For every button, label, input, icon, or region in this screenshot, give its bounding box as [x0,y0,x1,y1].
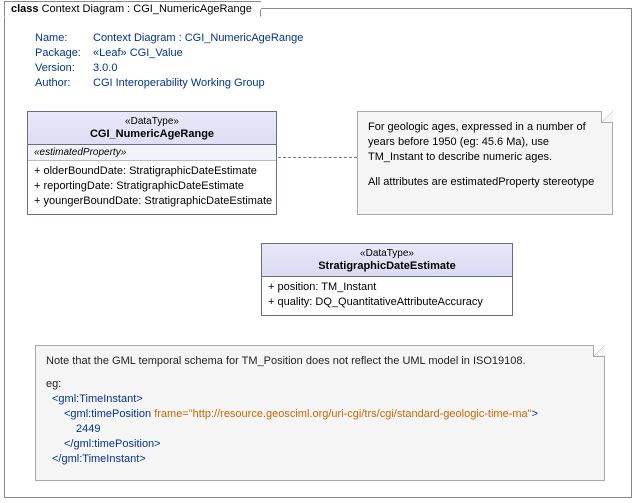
meta-package-label: Package: [35,46,93,61]
class-stereotype: «DataType» [268,247,506,260]
class-head: «DataType» CGI_NumericAgeRange [28,112,276,145]
frame-title: Context Diagram : CGI_NumericAgeRange [42,3,252,15]
meta-author-label: Author: [35,76,93,91]
gml-line: </gml:timePosition> [52,437,594,452]
gml-tag-close: > [532,408,538,420]
meta-version-label: Version: [35,61,93,76]
class-stratigraphicdateestimate: «DataType» StratigraphicDateEstimate + p… [261,243,513,316]
class-name: CGI_NumericAgeRange [34,128,270,141]
note-text-2: All attributes are estimatedProperty ste… [368,175,602,190]
meta-author-value: CGI Interoperability Working Group [93,76,265,91]
note-fold-icon [601,111,613,123]
note2-intro: Note that the GML temporal schema for TM… [46,354,594,369]
attr-row: + youngerBoundDate: StratigraphicDateEst… [34,194,270,209]
class-attributes: + position: TM_Instant + quality: DQ_Qua… [262,277,512,315]
gml-example: <gml:TimeInstant> <gml:timePosition fram… [52,392,594,467]
meta-name-value: Context Diagram : CGI_NumericAgeRange [93,31,303,46]
gml-tag-open: <gml:timePosition [64,408,154,420]
note-geologic-ages: For geologic ages, expressed in a number… [357,111,613,215]
note-gml-schema: Note that the GML temporal schema for TM… [35,345,605,481]
note-fold-icon [593,345,605,357]
class-attributes: + olderBoundDate: StratigraphicDateEstim… [28,161,276,214]
frame-title-tab: class Context Diagram : CGI_NumericAgeRa… [4,1,261,17]
gml-value: 2449 [52,422,594,437]
note-text-1: For geologic ages, expressed in a number… [368,120,602,165]
attr-row: + position: TM_Instant [268,280,506,295]
meta-version-value: 3.0.0 [93,61,117,76]
class-stereotype: «DataType» [34,115,270,128]
attr-row: + olderBoundDate: StratigraphicDateEstim… [34,164,270,179]
attr-row: + reportingDate: StratigraphicDateEstima… [34,179,270,194]
gml-line: <gml:TimeInstant> [52,392,594,407]
diagram-frame: class Context Diagram : CGI_NumericAgeRa… [4,8,632,498]
gml-line: </gml:TimeInstant> [52,452,594,467]
meta-package-value: «Leaf» CGI_Value [93,46,183,61]
diagram-metadata: Name:Context Diagram : CGI_NumericAgeRan… [35,31,303,91]
note2-eg-label: eg: [46,377,594,392]
gml-attr-name: frame= [154,408,189,420]
class-name: StratigraphicDateEstimate [268,260,506,273]
class-head: «DataType» StratigraphicDateEstimate [262,244,512,277]
frame-prefix: class [11,3,39,15]
note-link [278,157,357,158]
gml-line: <gml:timePosition frame="http://resource… [52,407,594,422]
class-section-label: «estimatedProperty» [28,145,276,161]
class-cgi-numericagerange: «DataType» CGI_NumericAgeRange «estimate… [27,111,277,215]
meta-name-label: Name: [35,31,93,46]
attr-row: + quality: DQ_QuantitativeAttributeAccur… [268,295,506,310]
gml-attr-value: "http://resource.geosciml.org/uri-cgi/tr… [189,408,532,420]
